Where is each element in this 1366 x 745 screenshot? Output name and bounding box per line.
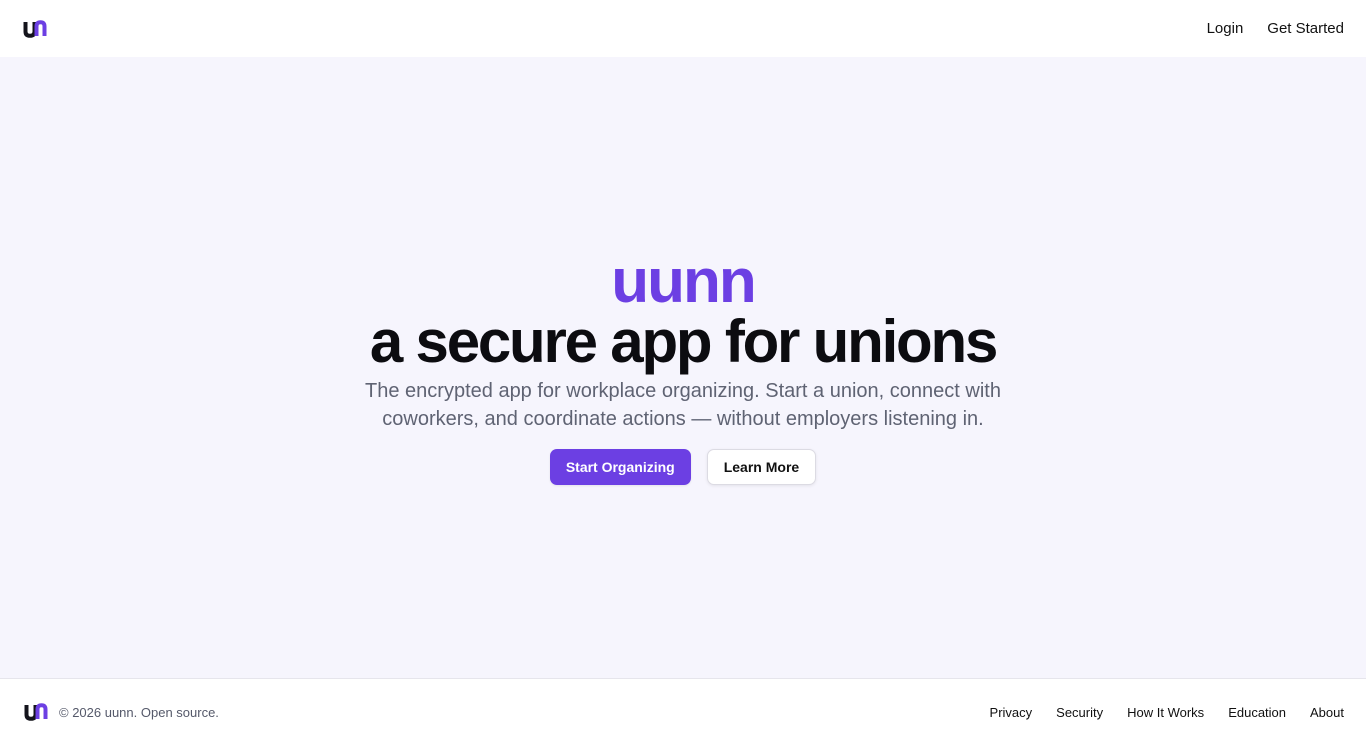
footer-link-how-it-works[interactable]: How It Works [1127,705,1204,720]
header-logo-link[interactable] [23,17,47,41]
uunn-logo-icon [24,703,48,721]
footer-link-about[interactable]: About [1310,705,1344,720]
footer-link-privacy[interactable]: Privacy [990,705,1033,720]
header-nav: Login Get Started [1207,20,1344,37]
page-footer: © 2026 uunn. Open source. Privacy Securi… [0,678,1366,745]
hero-headline: a secure app for unions [369,308,998,375]
hero-subtitle-line-1: The encrypted app for workplace organizi… [365,380,1001,402]
footer-logo-link[interactable] [23,700,49,724]
uunn-logo-icon [23,19,47,38]
learn-more-button[interactable]: Learn More [706,449,817,485]
page: Login Get Started uunn a secure app for … [0,0,1366,745]
hero-brand: uunn [611,247,757,316]
copyright-text: © 2026 uunn. Open source. [59,704,219,720]
login-link[interactable]: Login [1207,20,1244,37]
hero-subtitle-line-2: coworkers, and coordinate actions — with… [382,408,984,430]
start-organizing-button[interactable]: Start Organizing [549,449,691,485]
top-header: Login Get Started [0,0,1366,57]
footer-brand: © 2026 uunn. Open source. [23,700,219,724]
hero-subtitle: The encrypted app for workplace organizi… [283,377,1083,433]
get-started-link[interactable]: Get Started [1267,20,1344,37]
hero-cta-group: Start Organizing Learn More [0,449,1366,485]
footer-link-education[interactable]: Education [1228,705,1286,720]
footer-link-security[interactable]: Security [1056,705,1103,720]
footer-nav: Privacy Security How It Works Education … [990,705,1344,720]
